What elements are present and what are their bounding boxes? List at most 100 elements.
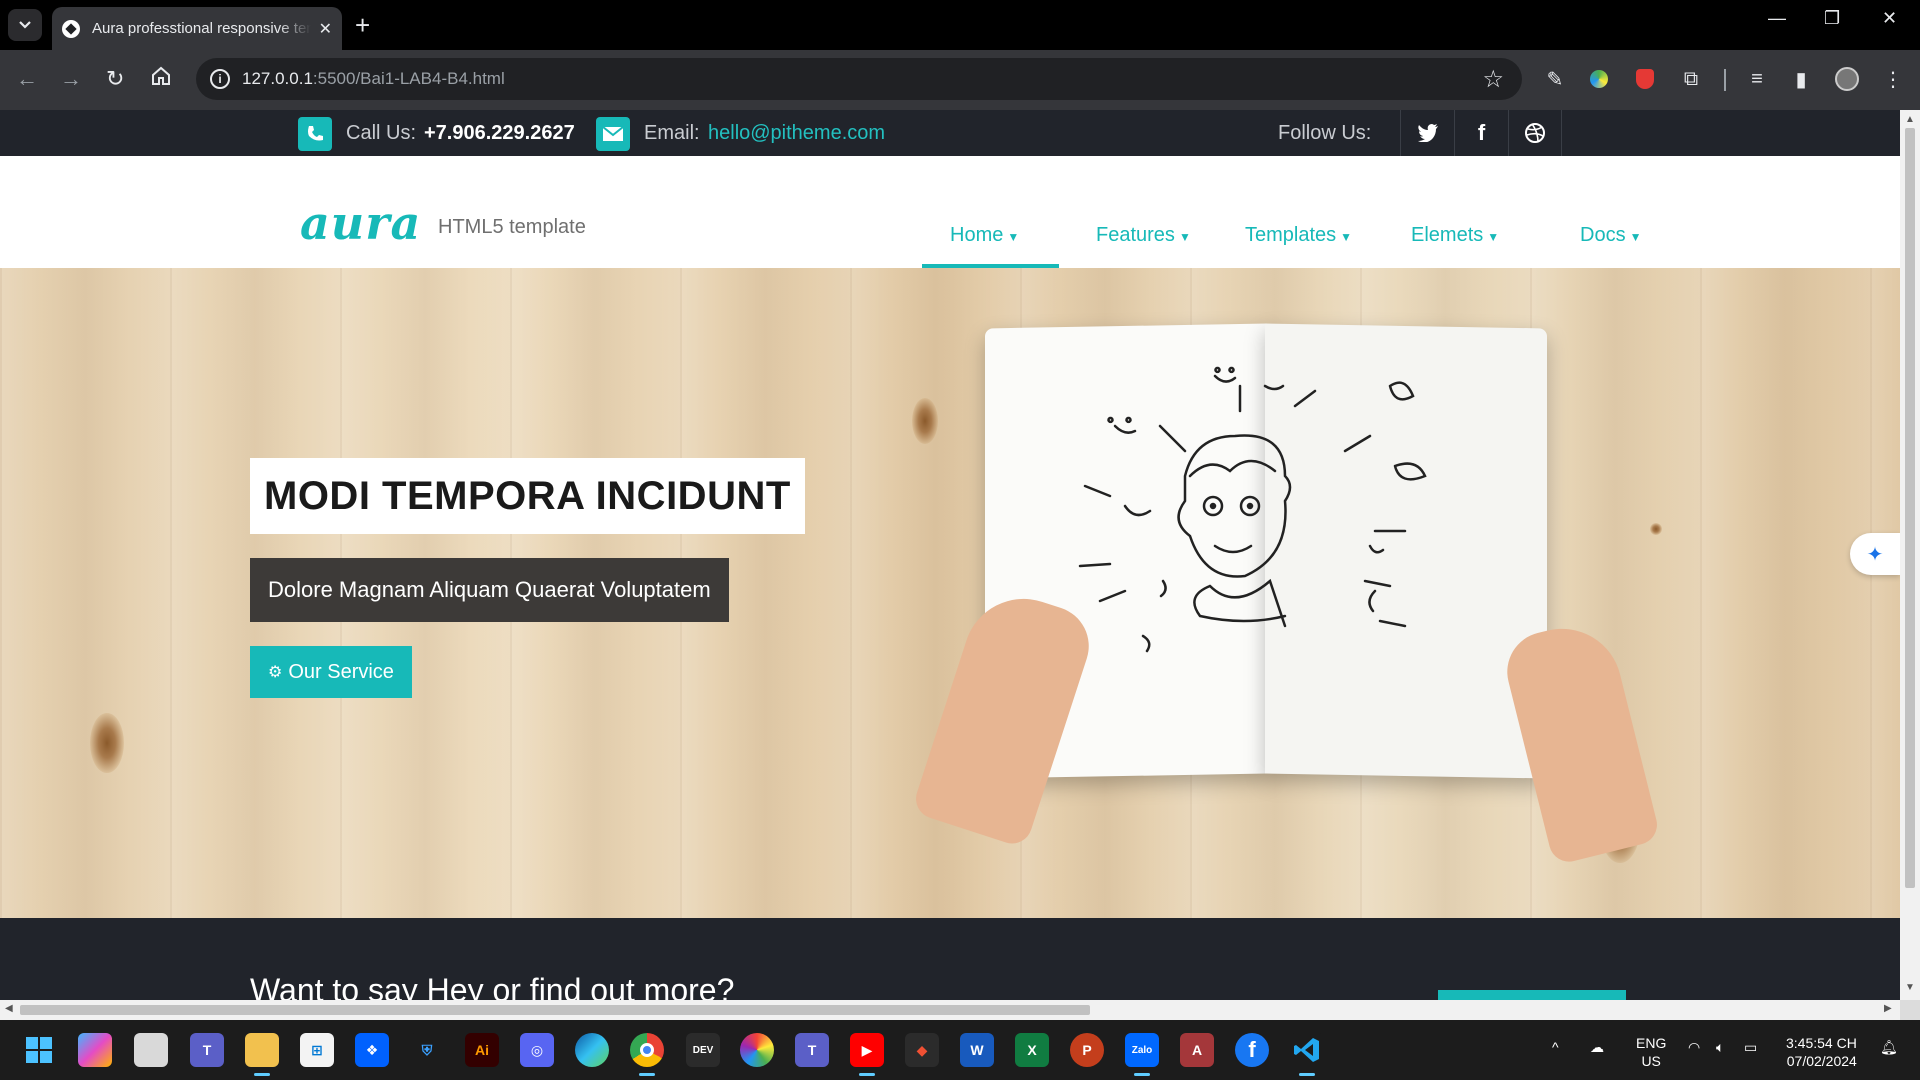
wood-knot xyxy=(1650,523,1662,535)
home-icon[interactable] xyxy=(150,65,172,92)
right-hand xyxy=(1498,616,1662,866)
edge-icon[interactable] xyxy=(575,1033,609,1067)
browser-tab-active[interactable]: Aura professtional responsive template ✕ xyxy=(52,7,342,50)
color-picker-icon[interactable] xyxy=(740,1033,774,1067)
nav-label: Features xyxy=(1096,224,1175,246)
task-view-icon[interactable] xyxy=(134,1033,168,1067)
scroll-down-arrow-icon[interactable]: ▼ xyxy=(1905,982,1915,993)
scrollbar-corner xyxy=(1900,1000,1920,1020)
tab-search-button[interactable] xyxy=(8,9,42,41)
contact-band-button[interactable] xyxy=(1438,990,1626,1000)
site-favicon-icon xyxy=(62,19,80,38)
nav-label: Elemets xyxy=(1411,224,1484,246)
reload-icon[interactable]: ↻ xyxy=(106,67,124,91)
teams-chat-icon[interactable]: T xyxy=(190,1033,224,1067)
minimize-icon[interactable]: — xyxy=(1768,8,1786,29)
back-arrow-icon[interactable]: ← xyxy=(16,67,38,91)
wifi-icon[interactable]: ◠ xyxy=(1688,1038,1700,1056)
git-icon[interactable]: ◆ xyxy=(905,1033,939,1067)
vpn-shield-icon[interactable]: ⛨ xyxy=(410,1033,444,1067)
onedrive-icon[interactable]: ☁ xyxy=(1590,1038,1604,1056)
profile-avatar[interactable] xyxy=(1834,66,1860,92)
scroll-right-arrow-icon[interactable]: ▶ xyxy=(1884,1003,1892,1014)
scroll-left-arrow-icon[interactable]: ◀ xyxy=(5,1003,13,1014)
site-header: aura HTML5 template Home ▼ Features ▼ Temp… xyxy=(0,156,1900,268)
page-viewport: Call Us: +7.906.229.2627 Email: hello@pi… xyxy=(0,110,1900,1000)
clock[interactable]: 3:45:54 CH 07/02/2024 xyxy=(1786,1034,1857,1070)
reading-list-icon[interactable]: ≡ xyxy=(1744,66,1770,92)
extensions-puzzle-icon[interactable]: ⧉ xyxy=(1678,66,1704,92)
nav-features[interactable]: Features ▼ xyxy=(1096,224,1191,247)
tab-close-icon[interactable]: ✕ xyxy=(319,19,332,39)
vertical-scrollbar[interactable]: ▲ ▼ xyxy=(1900,110,1920,1000)
site-logo[interactable]: aura xyxy=(300,196,421,250)
illustrator-icon[interactable]: Ai xyxy=(465,1033,499,1067)
address-bar[interactable]: i 127.0.0.1:5500/Bai1-LAB4-B4.html ☆ xyxy=(196,58,1522,100)
microsoft-store-icon[interactable]: ⊞ xyxy=(300,1033,334,1067)
clock-date: 07/02/2024 xyxy=(1786,1053,1857,1069)
window-close-icon[interactable]: ✕ xyxy=(1882,8,1897,29)
email-link[interactable]: hello@pitheme.com xyxy=(708,122,885,145)
tab-title: Aura professtional responsive template xyxy=(92,20,311,37)
volume-icon[interactable]: 🔈︎ xyxy=(1716,1038,1724,1056)
new-tab-button[interactable]: + xyxy=(355,10,370,40)
eyedropper-extension-icon[interactable]: ✎ xyxy=(1542,66,1568,92)
access-icon[interactable]: A xyxy=(1180,1033,1214,1067)
contact-band-heading: Want to say Hey or find out more? xyxy=(250,972,735,1000)
scroll-up-arrow-icon[interactable]: ▲ xyxy=(1905,114,1915,125)
our-service-button[interactable]: ⚙ Our Service xyxy=(250,646,412,698)
facebook-icon[interactable]: f xyxy=(1454,110,1508,156)
zalo-icon[interactable]: Zalo xyxy=(1125,1033,1159,1076)
color-extension-icon[interactable] xyxy=(1586,66,1612,92)
battery-icon[interactable]: ▭ xyxy=(1744,1038,1757,1056)
youtube-icon[interactable]: ▶ xyxy=(850,1033,884,1076)
forward-arrow-icon[interactable]: → xyxy=(60,67,82,91)
nav-elemets[interactable]: Elemets ▼ xyxy=(1411,224,1499,247)
chevron-down-icon xyxy=(19,21,31,29)
adblock-extension-icon[interactable] xyxy=(1632,66,1658,92)
windows-start-icon[interactable] xyxy=(22,1033,56,1067)
vertical-scroll-thumb[interactable] xyxy=(1905,128,1915,888)
site-tagline: HTML5 template xyxy=(438,216,586,238)
chrome-icon[interactable] xyxy=(630,1033,664,1076)
nav-label: Home xyxy=(950,224,1004,246)
nav-templates[interactable]: Templates ▼ xyxy=(1245,224,1352,247)
show-hidden-icons-chevron-icon[interactable]: ^ xyxy=(1552,1038,1559,1056)
word-icon[interactable]: W xyxy=(960,1033,994,1067)
copilot-icon[interactable] xyxy=(78,1033,112,1067)
discord-icon[interactable]: ◎ xyxy=(520,1033,554,1067)
facebook-app-icon[interactable]: f xyxy=(1235,1033,1269,1067)
restore-icon[interactable]: ❐ xyxy=(1824,8,1840,29)
browser-toolbar: ← → ↻ i 127.0.0.1:5500/Bai1-LAB4-B4.html… xyxy=(0,50,1920,110)
powerpoint-icon[interactable]: P xyxy=(1070,1033,1104,1067)
notification-bell-icon[interactable]: 🔔︎ xyxy=(1880,1038,1898,1056)
floating-assistant-button[interactable]: ✦ xyxy=(1850,533,1900,575)
call-label: Call Us: xyxy=(346,122,417,144)
vscode-icon[interactable] xyxy=(1290,1033,1324,1076)
excel-icon[interactable]: X xyxy=(1015,1033,1049,1067)
follow-label: Follow Us: xyxy=(1278,122,1372,144)
bookmark-star-icon[interactable]: ☆ xyxy=(1482,65,1504,94)
language-indicator[interactable]: ENG US xyxy=(1636,1034,1666,1070)
teams-icon[interactable]: T xyxy=(795,1033,829,1067)
site-info-icon[interactable]: i xyxy=(210,69,230,89)
side-panel-icon[interactable]: ▮ xyxy=(1788,66,1814,92)
horizontal-scroll-thumb[interactable] xyxy=(20,1005,1090,1015)
horizontal-scrollbar[interactable]: ◀ ▶ xyxy=(0,1000,1900,1020)
twitter-icon[interactable] xyxy=(1400,110,1454,156)
dropbox-icon[interactable]: ❖ xyxy=(355,1033,389,1067)
url-host: 127.0.0.1 xyxy=(242,69,313,88)
caret-down-icon: ▼ xyxy=(1178,230,1191,244)
nav-docs[interactable]: Docs ▼ xyxy=(1580,224,1641,247)
region-code: US xyxy=(1641,1053,1661,1069)
url-path: :5500/Bai1-LAB4-B4.html xyxy=(312,69,505,88)
nav-label: Docs xyxy=(1580,224,1626,246)
phone-number[interactable]: +7.906.229.2627 xyxy=(424,122,575,145)
file-explorer-icon[interactable] xyxy=(245,1033,279,1076)
devtoys-icon[interactable]: DEV xyxy=(686,1033,720,1067)
phone-icon xyxy=(298,117,332,151)
dribbble-icon[interactable] xyxy=(1508,110,1562,156)
browser-menu-icon[interactable]: ⋮ xyxy=(1880,66,1906,92)
caret-down-icon: ▼ xyxy=(1340,230,1353,244)
nav-home[interactable]: Home ▼ xyxy=(950,224,1019,247)
